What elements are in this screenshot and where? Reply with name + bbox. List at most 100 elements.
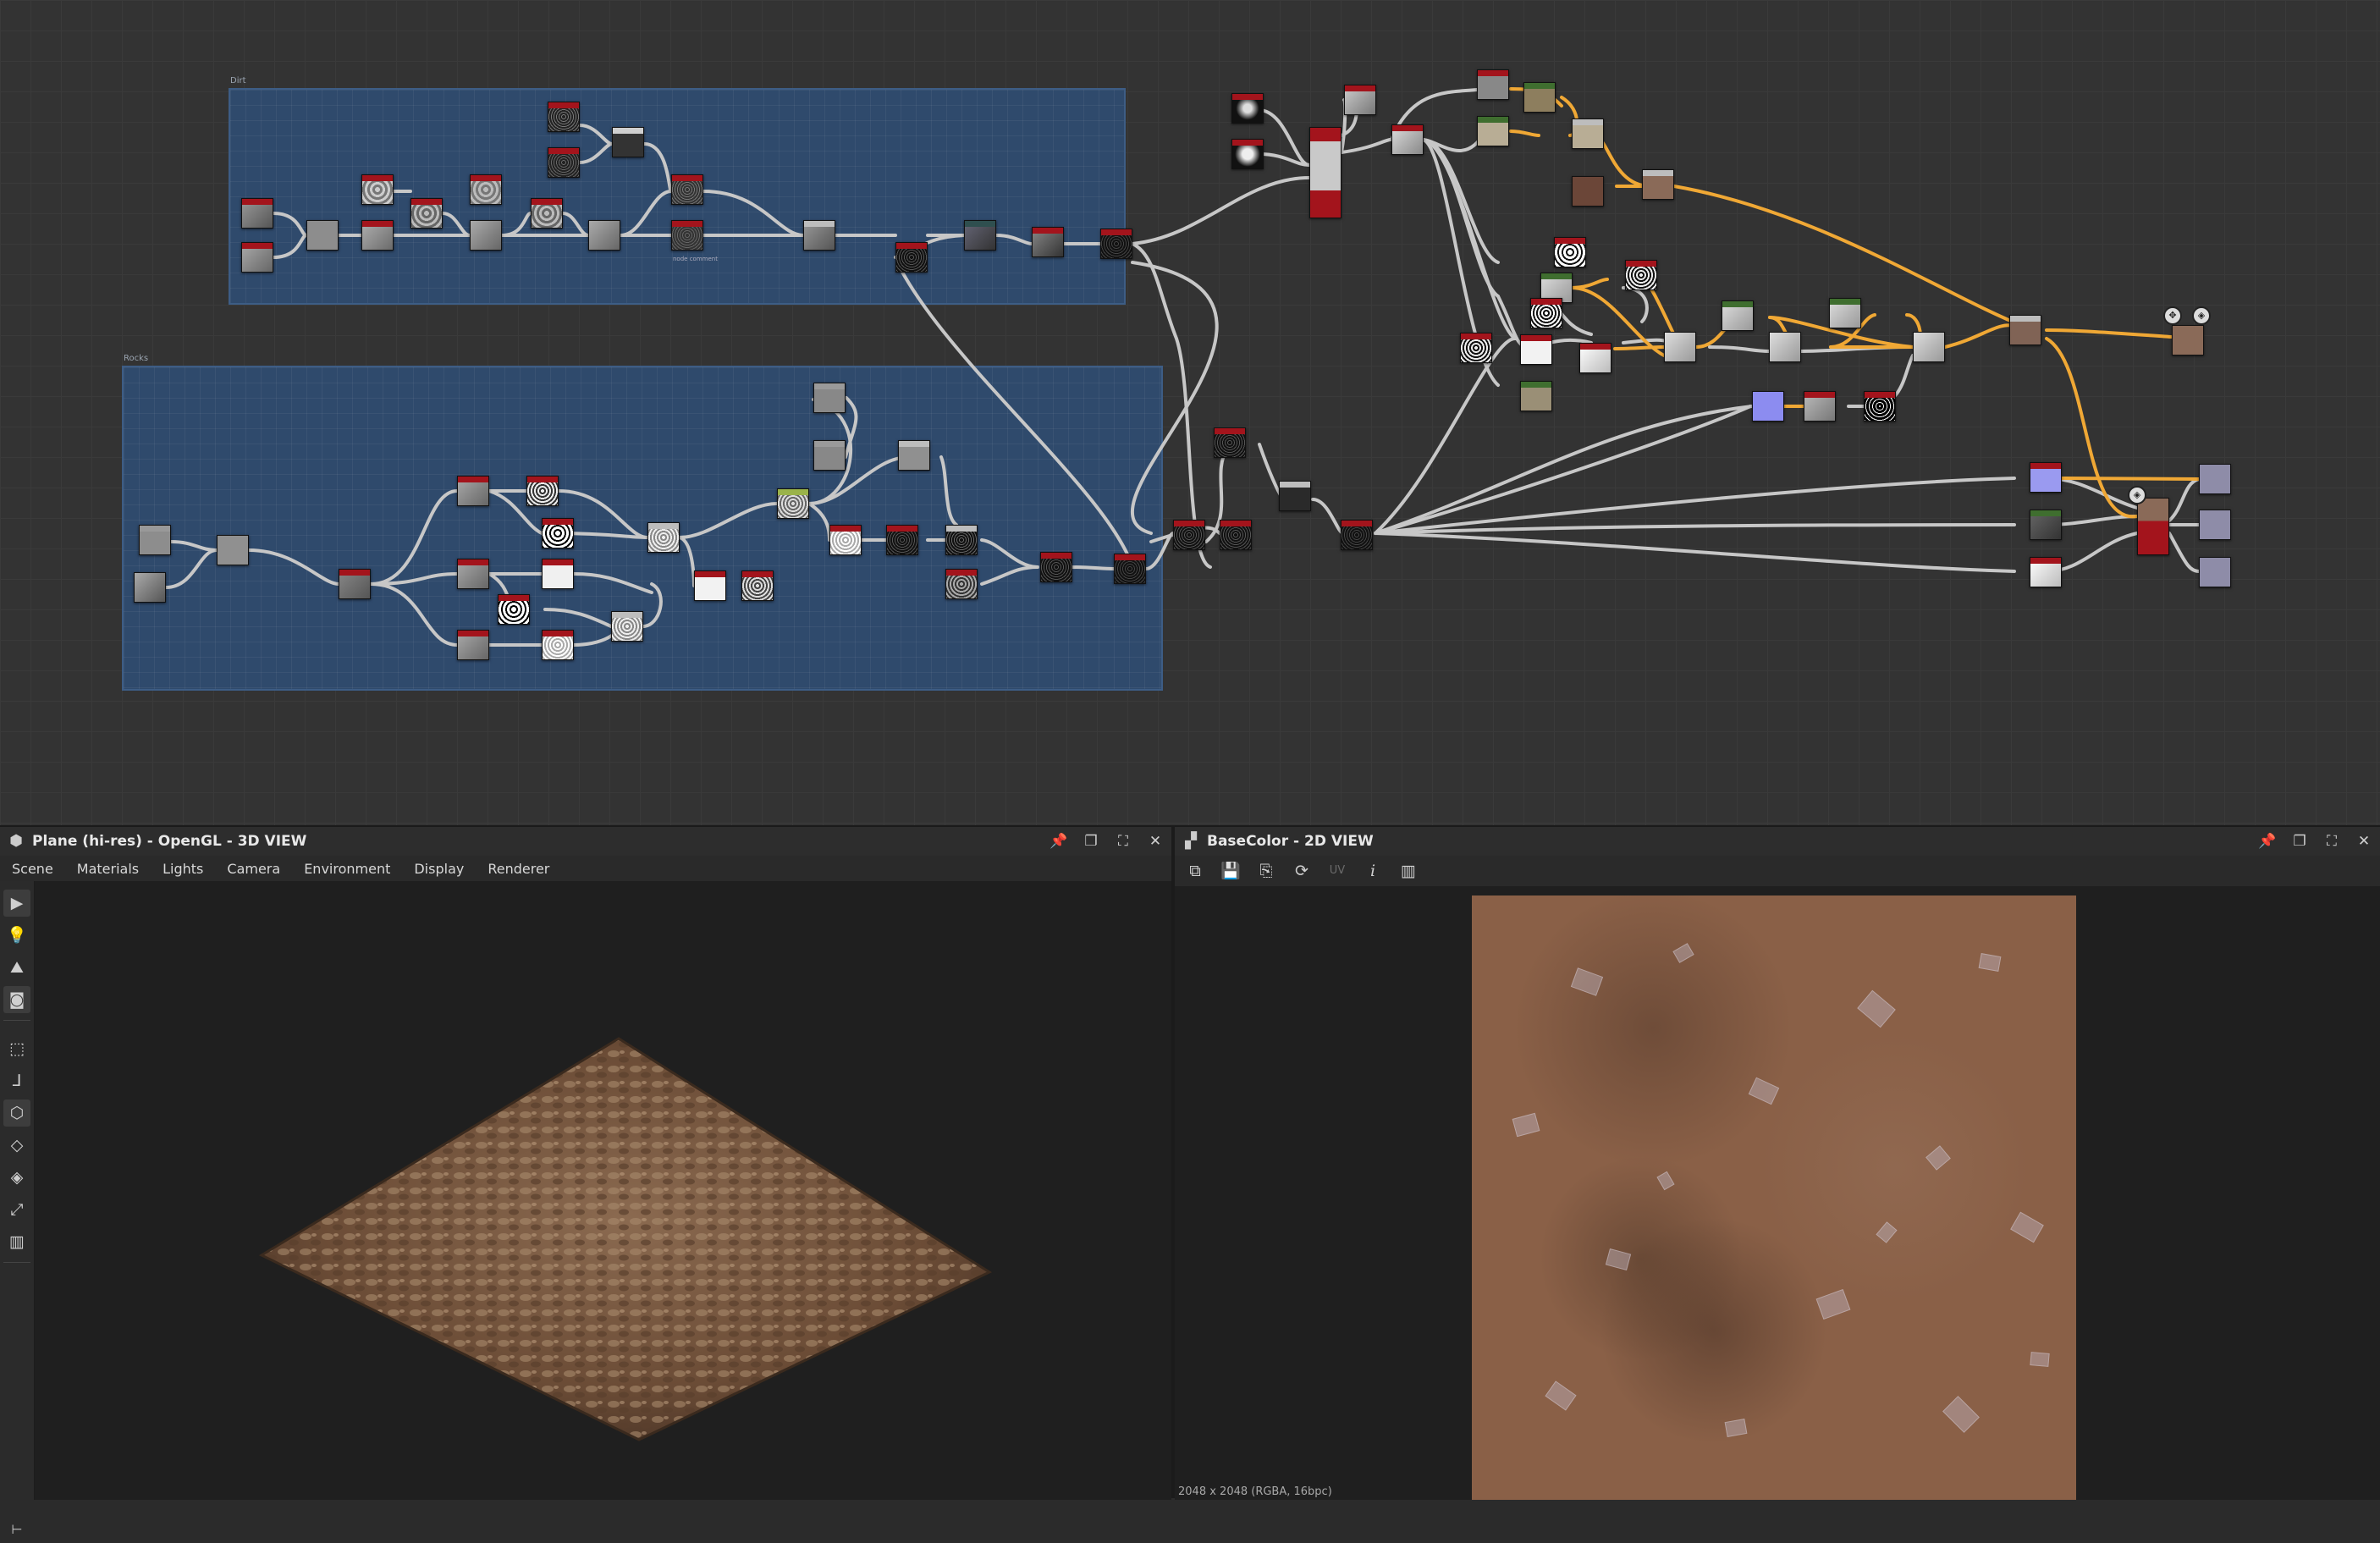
- graph-node[interactable]: [2137, 498, 2169, 555]
- cube-badge-icon[interactable]: ◈: [2192, 306, 2211, 325]
- graph-node[interactable]: [611, 611, 643, 642]
- graph-node[interactable]: [1664, 332, 1696, 362]
- graph-node[interactable]: [1625, 260, 1657, 290]
- save-icon[interactable]: 💾: [1217, 859, 1244, 883]
- graph-node[interactable]: [829, 525, 862, 555]
- graph-node[interactable]: [361, 174, 394, 205]
- 3d-viewport[interactable]: [35, 881, 1171, 1500]
- pin-icon[interactable]: 📌: [1050, 832, 1068, 851]
- graph-node[interactable]: [1477, 69, 1509, 100]
- graph-node[interactable]: [1231, 139, 1264, 169]
- graph-node[interactable]: [945, 525, 978, 555]
- graph-node[interactable]: [1231, 93, 1264, 124]
- graph-node[interactable]: [306, 220, 339, 251]
- graph-node[interactable]: [241, 242, 273, 273]
- menu-environment[interactable]: Environment: [292, 861, 402, 877]
- graph-node[interactable]: [548, 102, 580, 132]
- graph-node[interactable]: [1032, 227, 1064, 257]
- graph-node[interactable]: [339, 569, 371, 599]
- copy-icon[interactable]: ⎘: [1253, 859, 1280, 883]
- environment-icon[interactable]: ⛰: [3, 954, 30, 981]
- graph-node[interactable]: [457, 476, 489, 506]
- graph-node[interactable]: [1572, 118, 1604, 149]
- menu-materials[interactable]: Materials: [65, 861, 151, 877]
- graph-node[interactable]: [895, 242, 928, 273]
- graph-node[interactable]: [647, 522, 680, 553]
- 2d-viewport[interactable]: 2048 x 2048 (RGBA, 16bpc): [1175, 886, 2380, 1500]
- graph-node[interactable]: [542, 518, 574, 548]
- refresh-icon[interactable]: ⟳: [1288, 859, 1315, 883]
- graph-node[interactable]: [1523, 82, 1556, 113]
- wireframe-icon[interactable]: ⬚: [3, 1035, 30, 1062]
- info-icon[interactable]: i: [1359, 859, 1386, 883]
- cube-badge-icon[interactable]: ◈: [2128, 486, 2146, 504]
- graph-node[interactable]: [1173, 520, 1205, 550]
- graph-node[interactable]: [1309, 127, 1342, 218]
- graph-node[interactable]: [1341, 520, 1373, 550]
- graph-node[interactable]: [1520, 381, 1552, 411]
- pin-icon[interactable]: ✥: [2163, 306, 2182, 325]
- light-icon[interactable]: 💡: [3, 922, 30, 949]
- graph-node[interactable]: [1913, 332, 1945, 362]
- graph-node[interactable]: [139, 525, 171, 555]
- graph-node[interactable]: [526, 476, 559, 506]
- graph-node[interactable]: [1804, 391, 1836, 422]
- menu-scene[interactable]: Scene: [0, 861, 65, 877]
- chart-icon[interactable]: ▥: [3, 1228, 30, 1255]
- graph-node[interactable]: [410, 198, 443, 229]
- graph-node[interactable]: [1040, 552, 1072, 582]
- graph-node[interactable]: [1520, 334, 1552, 365]
- output-node[interactable]: [2199, 464, 2231, 494]
- graph-node[interactable]: [470, 220, 502, 251]
- graph-node[interactable]: [1214, 427, 1246, 458]
- graph-node[interactable]: [1572, 176, 1604, 207]
- graph-node[interactable]: [1642, 169, 1674, 200]
- graph-node[interactable]: [1279, 481, 1311, 511]
- graph-node[interactable]: [1220, 520, 1252, 550]
- graph-node[interactable]: [945, 569, 978, 599]
- graph-node[interactable]: [217, 535, 249, 565]
- maximize-icon[interactable]: ⛶: [1114, 832, 1132, 851]
- graph-node[interactable]: [671, 220, 703, 251]
- graph-node[interactable]: [671, 174, 703, 205]
- graph-node[interactable]: [134, 572, 166, 603]
- graph-node[interactable]: [964, 220, 996, 251]
- cube-outline-icon[interactable]: ◇: [3, 1132, 30, 1159]
- output-node[interactable]: [2199, 510, 2231, 540]
- undock-icon[interactable]: ❐: [2290, 832, 2309, 851]
- menu-renderer[interactable]: Renderer: [476, 861, 561, 877]
- graph-node[interactable]: [1769, 332, 1801, 362]
- hierarchy-icon[interactable]: ⊢: [3, 1516, 30, 1543]
- graph-node[interactable]: [777, 488, 809, 519]
- axis-icon[interactable]: ⅃: [3, 1067, 30, 1094]
- graph-node[interactable]: [542, 630, 574, 660]
- graph-node[interactable]: [1829, 298, 1861, 328]
- graph-node[interactable]: [498, 594, 530, 625]
- graph-node[interactable]: [741, 570, 774, 601]
- plane-icon[interactable]: ◈: [3, 1164, 30, 1191]
- graph-node[interactable]: [2172, 325, 2204, 355]
- graph-node[interactable]: [1554, 237, 1586, 267]
- graph-node[interactable]: [2009, 315, 2041, 345]
- graph-node[interactable]: [548, 147, 580, 178]
- graph-node[interactable]: [694, 570, 726, 601]
- graph-node[interactable]: [1752, 391, 1784, 422]
- graph-node[interactable]: [531, 198, 563, 229]
- tangent-icon[interactable]: ⤢: [3, 1196, 30, 1223]
- graph-node[interactable]: [2030, 557, 2062, 587]
- menu-lights[interactable]: Lights: [151, 861, 215, 877]
- graph-node[interactable]: [612, 127, 644, 157]
- graph-node[interactable]: [1100, 229, 1132, 259]
- graph-node[interactable]: [1477, 116, 1509, 146]
- graph-node[interactable]: [2030, 510, 2062, 540]
- menu-camera[interactable]: Camera: [215, 861, 292, 877]
- graph-node[interactable]: [898, 440, 930, 471]
- graph-node[interactable]: [1391, 124, 1424, 155]
- graph-node[interactable]: [457, 559, 489, 589]
- mesh-icon[interactable]: ⬡: [3, 1099, 30, 1127]
- graph-node[interactable]: [241, 198, 273, 229]
- screenshot-icon[interactable]: ◙: [3, 986, 30, 1013]
- graph-node[interactable]: [588, 220, 620, 251]
- output-node[interactable]: [2199, 557, 2231, 587]
- graph-node[interactable]: [457, 630, 489, 660]
